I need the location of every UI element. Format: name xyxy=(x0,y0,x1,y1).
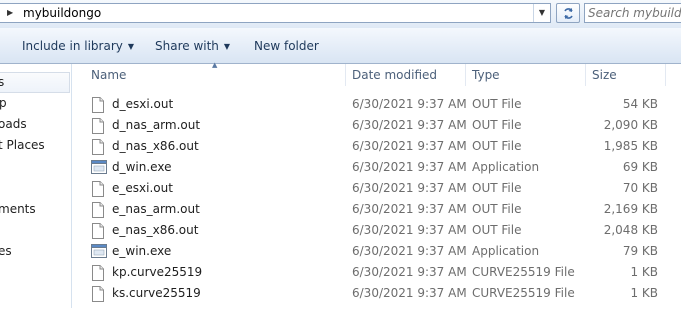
include-in-library-button[interactable]: Include in library ▼ xyxy=(22,39,134,53)
file-size: 79 KB xyxy=(622,244,658,258)
file-name: d_esxi.out xyxy=(112,97,174,111)
file-date-modified: 6/30/2021 9:37 AM xyxy=(352,244,467,258)
file-date-modified: 6/30/2021 9:37 AM xyxy=(352,118,467,132)
search-input[interactable] xyxy=(588,5,681,21)
file-type: Application xyxy=(472,244,540,258)
file-type: OUT File xyxy=(472,118,522,132)
file-type: OUT File xyxy=(472,202,522,216)
file-size: 2,090 KB xyxy=(603,118,658,132)
column-divider[interactable] xyxy=(585,64,586,86)
nav-selected-highlight xyxy=(0,72,70,93)
address-dropdown-icon[interactable]: ▼ xyxy=(533,4,550,22)
file-size: 70 KB xyxy=(622,181,658,195)
breadcrumb-folder[interactable]: mybuildongo xyxy=(23,6,101,20)
file-name: kp.curve25519 xyxy=(112,265,203,279)
file-size: 54 KB xyxy=(622,97,658,111)
file-type: CURVE25519 File xyxy=(472,265,575,279)
file-date-modified: 6/30/2021 9:37 AM xyxy=(352,181,467,195)
new-folder-button[interactable]: New folder xyxy=(254,39,319,53)
file-type: Application xyxy=(472,160,540,174)
share-with-button[interactable]: Share with ▼ xyxy=(155,39,230,53)
file-row[interactable]: d_win.exe 6/30/2021 9:37 AM Application 69 … xyxy=(72,157,681,178)
file-type: CURVE25519 File xyxy=(472,286,575,300)
chevron-down-icon: ▼ xyxy=(223,42,231,51)
nav-item-desktop[interactable]: p xyxy=(0,96,7,110)
file-name: d_nas_x86.out xyxy=(112,139,199,153)
file-type: OUT File xyxy=(472,97,522,111)
file-size: 2,169 KB xyxy=(603,202,658,216)
file-row[interactable]: d_esxi.out 6/30/2021 9:37 AM OUT File 54 KB xyxy=(72,94,681,115)
column-divider[interactable] xyxy=(665,64,666,86)
column-header-size[interactable]: Size xyxy=(592,64,617,86)
file-name: e_esxi.out xyxy=(112,181,173,195)
file-size: 2,048 KB xyxy=(603,223,658,237)
nav-item-recent-places[interactable]: t Places xyxy=(0,138,45,152)
file-date-modified: 6/30/2021 9:37 AM xyxy=(352,202,467,216)
search-box[interactable] xyxy=(584,3,681,23)
refresh-button[interactable] xyxy=(556,3,580,23)
file-size: 1 KB xyxy=(630,265,658,279)
sort-up-icon: ▲ xyxy=(212,61,218,69)
file-date-modified: 6/30/2021 9:37 AM xyxy=(352,286,467,300)
file-name: e_win.exe xyxy=(112,244,172,258)
share-with-label: Share with xyxy=(155,39,219,53)
address-bar-row: ▶ mybuildongo ▼ xyxy=(0,0,681,28)
file-size: 1,985 KB xyxy=(603,139,658,153)
file-row[interactable]: e_win.exe 6/30/2021 9:37 AM Application 79 … xyxy=(72,241,681,262)
file-row[interactable]: d_nas_x86.out 6/30/2021 9:37 AM OUT File 1,… xyxy=(72,136,681,157)
breadcrumb-arrow-icon[interactable]: ▶ xyxy=(7,8,13,17)
column-header-name[interactable]: Name xyxy=(91,64,126,86)
file-name: ks.curve25519 xyxy=(112,286,201,300)
file-date-modified: 6/30/2021 9:37 AM xyxy=(352,139,467,153)
file-icon xyxy=(91,286,105,309)
file-row[interactable]: e_nas_x86.out 6/30/2021 9:37 AM OUT File 2,… xyxy=(72,220,681,241)
new-folder-label: New folder xyxy=(254,39,319,53)
command-toolbar: Include in library ▼ Share with ▼ New fold… xyxy=(0,28,681,64)
file-row[interactable]: ks.curve25519 6/30/2021 9:37 AM CURVE25519… xyxy=(72,283,681,304)
refresh-icon xyxy=(564,8,573,19)
file-type: OUT File xyxy=(472,223,522,237)
file-type: OUT File xyxy=(472,181,522,195)
file-date-modified: 6/30/2021 9:37 AM xyxy=(352,97,467,111)
file-row[interactable]: kp.curve25519 6/30/2021 9:37 AM CURVE25519… xyxy=(72,262,681,283)
file-name: e_nas_x86.out xyxy=(112,223,199,237)
column-header-date-modified[interactable]: Date modified xyxy=(352,64,437,86)
nav-item-favorites[interactable]: s xyxy=(0,75,4,89)
file-size: 69 KB xyxy=(622,160,658,174)
navigation-pane: s p oads t Places ments es xyxy=(0,64,72,308)
file-name: d_nas_arm.out xyxy=(112,118,201,132)
file-type: OUT File xyxy=(472,139,522,153)
file-row[interactable]: e_nas_arm.out 6/30/2021 9:37 AM OUT File 2,… xyxy=(72,199,681,220)
column-header-type[interactable]: Type xyxy=(472,64,500,86)
file-date-modified: 6/30/2021 9:37 AM xyxy=(352,160,467,174)
file-name: d_win.exe xyxy=(112,160,172,174)
file-size: 1 KB xyxy=(630,286,658,300)
address-bar[interactable]: ▶ mybuildongo ▼ xyxy=(0,3,551,23)
file-list: ▲ Name Date modified Type Size d_esxi.ou… xyxy=(72,61,681,308)
column-divider[interactable] xyxy=(465,64,466,86)
chevron-down-icon: ▼ xyxy=(127,42,135,51)
include-in-library-label: Include in library xyxy=(22,39,123,53)
nav-item-downloads[interactable]: oads xyxy=(0,117,27,131)
nav-item-pictures[interactable]: es xyxy=(0,244,12,258)
file-name: e_nas_arm.out xyxy=(112,202,200,216)
nav-item-documents[interactable]: ments xyxy=(0,202,36,216)
file-row[interactable]: d_nas_arm.out 6/30/2021 9:37 AM OUT File 2,… xyxy=(72,115,681,136)
column-divider[interactable] xyxy=(345,64,346,86)
file-date-modified: 6/30/2021 9:37 AM xyxy=(352,223,467,237)
file-date-modified: 6/30/2021 9:37 AM xyxy=(352,265,467,279)
file-row[interactable]: e_esxi.out 6/30/2021 9:37 AM OUT File 70 KB xyxy=(72,178,681,199)
